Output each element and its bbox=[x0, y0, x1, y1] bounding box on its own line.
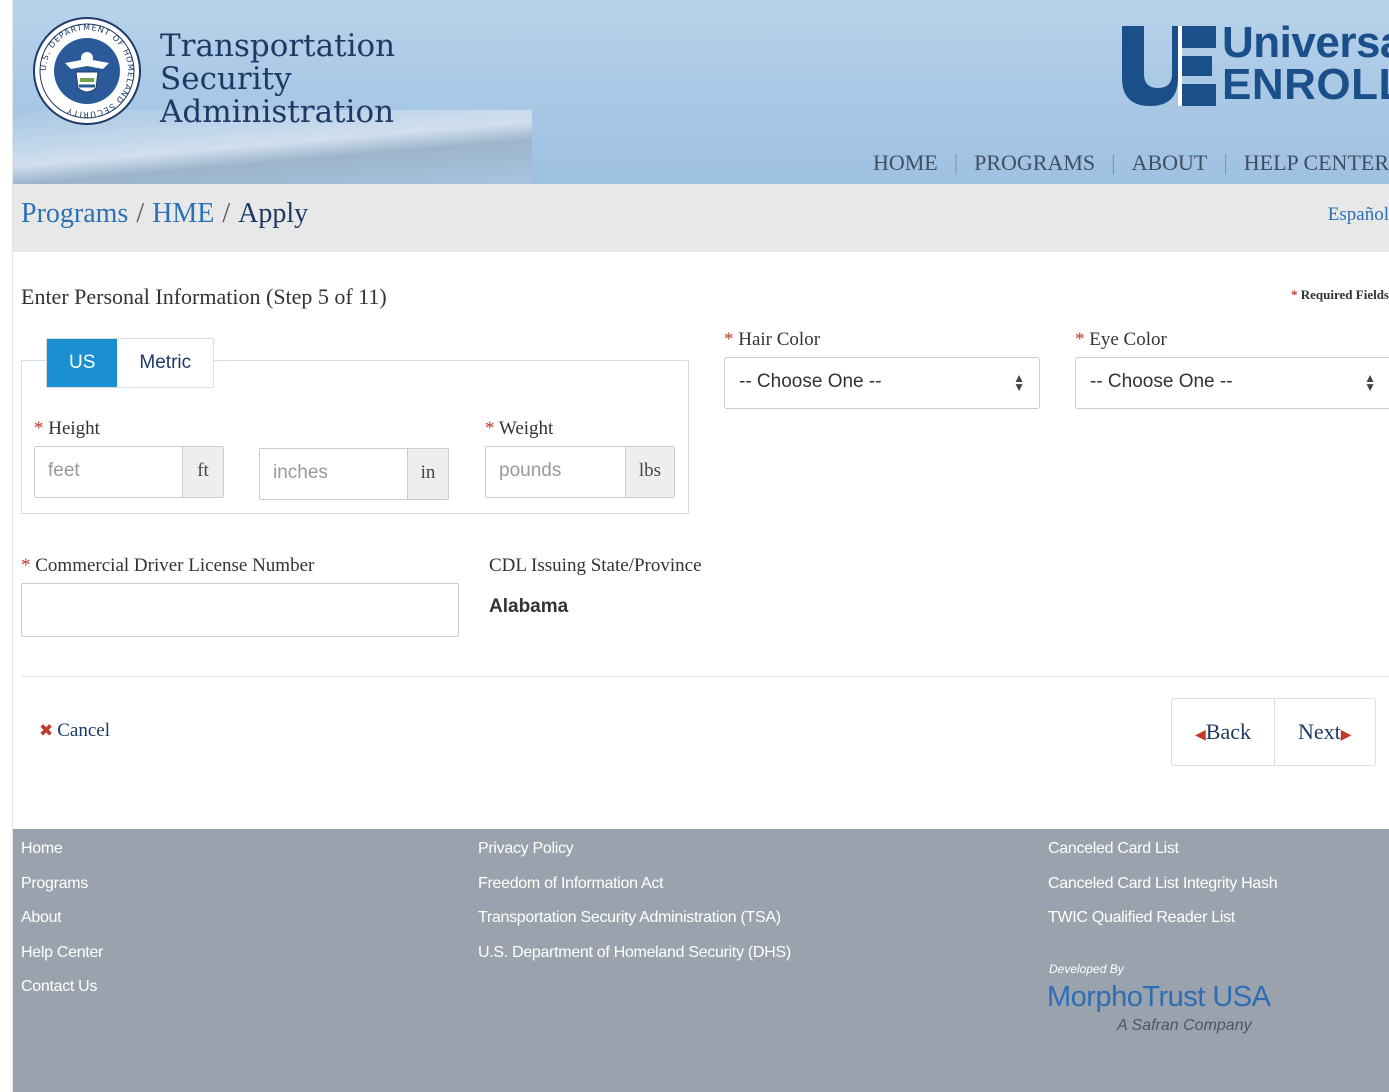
eye-color-select[interactable]: -- Choose One -- ▲ ▼ bbox=[1075, 357, 1389, 409]
agency-name: Transportation Security Administration bbox=[160, 30, 395, 129]
agency-name-line2: Security bbox=[160, 61, 292, 97]
nav-home[interactable]: HOME bbox=[873, 150, 938, 175]
dhs-seal-logo: U.S. DEPARTMENT OF HOMELAND SECURITY bbox=[33, 17, 141, 125]
cdl-number-label: * Commercial Driver License Number bbox=[21, 555, 314, 577]
caret-left-icon: ◀ bbox=[1195, 727, 1206, 743]
footer-link-canceled-card-list[interactable]: Canceled Card List bbox=[1048, 839, 1277, 874]
feet-unit-addon: ft bbox=[182, 447, 223, 497]
hair-color-label: * Hair Color bbox=[724, 329, 820, 351]
height-feet-input[interactable] bbox=[35, 447, 182, 495]
footer-link-canceled-card-hash[interactable]: Canceled Card List Integrity Hash bbox=[1048, 874, 1278, 909]
weight-label: * Weight bbox=[485, 418, 553, 440]
height-label-text: Height bbox=[48, 418, 100, 439]
nav-separator: | bbox=[953, 150, 959, 175]
breadcrumb: Programs / HME / Apply bbox=[21, 198, 308, 230]
x-icon: ✖ bbox=[39, 721, 54, 741]
page-left-border bbox=[0, 0, 13, 1092]
eye-color-label: * Eye Color bbox=[1075, 329, 1167, 351]
required-marker: * bbox=[485, 418, 495, 439]
hair-color-select[interactable]: -- Choose One -- ▲ ▼ bbox=[724, 357, 1040, 409]
required-marker: * bbox=[724, 329, 734, 350]
caret-right-icon: ▶ bbox=[1340, 727, 1352, 743]
top-nav: HOME | PROGRAMS | ABOUT | HELP CENTER bbox=[873, 150, 1389, 176]
site-header: U.S. DEPARTMENT OF HOMELAND SECURITY Tra… bbox=[12, 0, 1389, 184]
up-down-caret-icon: ▲ ▼ bbox=[1364, 371, 1376, 394]
agency-name-line3: Administration bbox=[160, 94, 395, 130]
morphotrust-logo: MorphoTrust USA bbox=[1047, 981, 1271, 1013]
divider bbox=[21, 676, 1389, 677]
footer-link-dhs[interactable]: U.S. Department of Homeland Security (DH… bbox=[478, 943, 791, 978]
footer-link-twic-reader-list[interactable]: TWIC Qualified Reader List bbox=[1048, 908, 1277, 943]
footer-link-home[interactable]: Home bbox=[21, 839, 103, 874]
site-footer: Home Programs About Help Center Contact … bbox=[12, 829, 1389, 1092]
nav-programs[interactable]: PROGRAMS bbox=[974, 150, 1095, 175]
nav-separator: | bbox=[1223, 150, 1228, 175]
up-down-caret-icon: ▲ ▼ bbox=[1013, 371, 1025, 394]
cdl-number-label-text: Commercial Driver License Number bbox=[35, 555, 315, 576]
next-button[interactable]: Next▶ bbox=[1273, 699, 1375, 765]
breadcrumb-separator: / bbox=[222, 198, 231, 229]
footer-column-main: Home Programs About Help Center Contact … bbox=[21, 839, 103, 1012]
footer-column-policy: Privacy Policy Freedom of Information Ac… bbox=[478, 839, 791, 977]
hair-color-value: -- Choose One -- bbox=[739, 371, 882, 392]
safran-tagline: A Safran Company bbox=[1117, 1017, 1252, 1034]
step-nav-buttons: ◀Back Next▶ bbox=[1171, 698, 1376, 766]
required-fields-text: Required Fields bbox=[1300, 287, 1389, 302]
nav-separator: | bbox=[1111, 150, 1116, 175]
breadcrumb-separator: / bbox=[136, 198, 145, 229]
ue-logo-text-enroll: ENROLL bbox=[1222, 60, 1389, 109]
developed-by-label: Developed By bbox=[1049, 962, 1124, 976]
hair-color-label-text: Hair Color bbox=[738, 329, 821, 350]
required-marker: * bbox=[21, 555, 31, 576]
footer-link-about[interactable]: About bbox=[21, 908, 103, 943]
required-marker: * bbox=[1075, 329, 1085, 350]
cdl-number-input[interactable] bbox=[21, 583, 459, 637]
eye-color-value: -- Choose One -- bbox=[1090, 371, 1233, 392]
nav-help-center[interactable]: HELP CENTER bbox=[1244, 150, 1389, 175]
weight-label-text: Weight bbox=[498, 418, 554, 439]
inches-unit-addon: in bbox=[407, 449, 448, 499]
footer-link-help-center[interactable]: Help Center bbox=[21, 943, 103, 978]
required-marker: * bbox=[1291, 287, 1298, 302]
eye-color-label-text: Eye Color bbox=[1089, 329, 1167, 350]
back-button[interactable]: ◀Back bbox=[1172, 699, 1274, 765]
footer-link-contact-us[interactable]: Contact Us bbox=[21, 977, 103, 1012]
cdl-state-value: Alabama bbox=[489, 596, 569, 617]
page-title: Enter Personal Information (Step 5 of 11… bbox=[21, 284, 387, 309]
height-inches-input[interactable] bbox=[260, 449, 407, 497]
breadcrumb-current: Apply bbox=[238, 198, 309, 229]
breadcrumb-hme[interactable]: HME bbox=[152, 198, 214, 229]
language-link-espanol[interactable]: Español bbox=[1328, 204, 1389, 226]
tab-us[interactable]: US bbox=[47, 339, 118, 387]
unit-tabs: US Metric bbox=[46, 338, 215, 388]
page: U.S. DEPARTMENT OF HOMELAND SECURITY Tra… bbox=[0, 0, 1389, 1092]
height-label: * Height bbox=[34, 418, 100, 440]
footer-column-cards: Canceled Card List Canceled Card List In… bbox=[1048, 839, 1278, 943]
agency-name-line1: Transportation bbox=[160, 28, 396, 64]
nav-about[interactable]: ABOUT bbox=[1132, 150, 1208, 175]
weight-input[interactable] bbox=[486, 447, 625, 495]
cdl-state-label: CDL Issuing State/Province bbox=[489, 555, 702, 576]
footer-link-privacy-policy[interactable]: Privacy Policy bbox=[478, 839, 791, 874]
required-fields-note: * Required Fields bbox=[1291, 287, 1389, 303]
footer-link-foia[interactable]: Freedom of Information Act bbox=[478, 874, 791, 909]
ue-logo-mark-icon bbox=[1122, 26, 1216, 106]
weight-unit-addon: lbs bbox=[625, 447, 674, 497]
cancel-label: Cancel bbox=[57, 720, 111, 741]
back-label: Back bbox=[1205, 719, 1251, 744]
universal-enroll-logo[interactable]: Universal ENROLL bbox=[1120, 18, 1389, 110]
breadcrumb-bar: Programs / HME / Apply Español bbox=[12, 184, 1389, 252]
required-marker: * bbox=[34, 418, 44, 439]
breadcrumb-programs[interactable]: Programs bbox=[21, 198, 128, 229]
tab-metric[interactable]: Metric bbox=[117, 339, 213, 387]
height-inches-group: in bbox=[259, 448, 449, 500]
cancel-button[interactable]: ✖ Cancel bbox=[39, 720, 110, 742]
footer-link-tsa[interactable]: Transportation Security Administration (… bbox=[478, 908, 791, 943]
weight-group: lbs bbox=[485, 446, 675, 498]
height-feet-group: ft bbox=[34, 446, 224, 498]
footer-link-programs[interactable]: Programs bbox=[21, 874, 103, 909]
next-label: Next bbox=[1297, 719, 1341, 744]
